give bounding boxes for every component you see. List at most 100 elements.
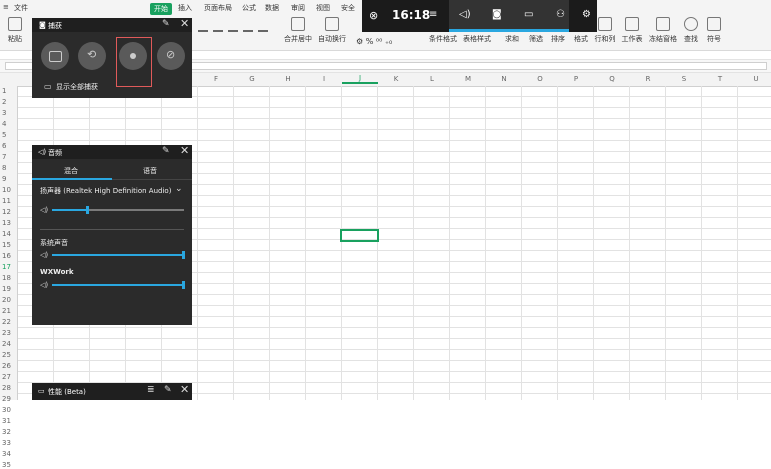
freeze-panes-button[interactable]: 冻结窗格 (647, 17, 679, 45)
close-icon[interactable]: ✕ (180, 145, 189, 156)
row-header[interactable]: 34 (2, 450, 16, 458)
indent-icon[interactable] (258, 22, 268, 32)
tab-file[interactable]: 文件 (14, 3, 28, 13)
align-left-icon[interactable] (198, 22, 208, 32)
speaker-icon[interactable]: ◁) (40, 281, 48, 289)
row-header[interactable]: 30 (2, 406, 16, 414)
tab-security[interactable]: 安全 (341, 3, 355, 13)
row-header[interactable]: 25 (2, 351, 16, 359)
column-header[interactable]: I (306, 75, 342, 83)
number-format-icons[interactable]: ⚙ % ⁰⁰ ₊₀ (356, 37, 392, 46)
column-header[interactable]: F (198, 75, 234, 83)
pin-icon[interactable]: ✎ (162, 146, 170, 156)
chevron-down-icon[interactable]: ⌄ (175, 184, 183, 194)
pin-icon[interactable]: ✎ (164, 385, 172, 395)
speaker-icon[interactable]: ◁) (40, 206, 48, 214)
record-button[interactable] (119, 42, 147, 70)
find-button[interactable]: 查找 (680, 17, 702, 45)
device-select[interactable]: 扬声器 (Realtek High Definition Audio) (40, 186, 171, 196)
app-volume-knob[interactable] (182, 251, 185, 259)
row-header[interactable]: 21 (2, 307, 16, 315)
app-volume-knob[interactable] (182, 281, 185, 289)
column-header[interactable]: U (738, 75, 771, 83)
selected-cell[interactable] (340, 229, 379, 242)
close-icon[interactable]: ✕ (180, 18, 189, 29)
row-header[interactable]: 33 (2, 439, 16, 447)
tab-data[interactable]: 数据 (265, 3, 279, 13)
row-header[interactable]: 19 (2, 285, 16, 293)
row-header[interactable]: 24 (2, 340, 16, 348)
tab-insert[interactable]: 插入 (178, 3, 192, 13)
row-header[interactable]: 15 (2, 241, 16, 249)
column-header[interactable]: R (630, 75, 666, 83)
row-header[interactable]: 17 (2, 263, 16, 271)
tab-review[interactable]: 审阅 (291, 3, 305, 13)
row-header[interactable]: 12 (2, 208, 16, 216)
xbox-icon[interactable]: ⊗ (369, 9, 378, 22)
row-header[interactable]: 8 (2, 164, 16, 172)
mic-button[interactable]: ⊘ (157, 42, 185, 70)
row-header[interactable]: 11 (2, 197, 16, 205)
row-header[interactable]: 7 (2, 153, 16, 161)
column-header[interactable]: S (666, 75, 702, 83)
record-last-button[interactable]: ⟲ (78, 42, 106, 70)
row-header[interactable]: 32 (2, 428, 16, 436)
row-header[interactable]: 10 (2, 186, 16, 194)
row-header[interactable]: 5 (2, 131, 16, 139)
tab-home[interactable]: 开始 (150, 3, 172, 15)
row-header[interactable]: 31 (2, 417, 16, 425)
tab-mix[interactable]: 混合 (64, 166, 78, 176)
row-header[interactable]: 4 (2, 120, 16, 128)
row-header[interactable]: 23 (2, 329, 16, 337)
show-all-captures-link[interactable]: 显示全部捕获 (56, 82, 98, 92)
column-header[interactable]: K (378, 75, 414, 83)
close-icon[interactable]: ✕ (180, 384, 189, 395)
file-menu-icon[interactable]: ≡ (3, 3, 9, 11)
speaker-icon[interactable]: ◁) (40, 251, 48, 259)
pin-icon[interactable]: ✎ (162, 19, 170, 29)
row-header[interactable]: 28 (2, 384, 16, 392)
row-header[interactable]: 6 (2, 142, 16, 150)
symbol-button[interactable]: 符号 (703, 17, 725, 45)
column-header[interactable]: T (702, 75, 738, 83)
row-header[interactable]: 18 (2, 274, 16, 282)
row-header[interactable]: 2 (2, 98, 16, 106)
column-header[interactable]: Q (594, 75, 630, 83)
row-header[interactable]: 22 (2, 318, 16, 326)
row-header[interactable]: 9 (2, 175, 16, 183)
column-header[interactable]: M (450, 75, 486, 83)
row-header[interactable]: 27 (2, 373, 16, 381)
capture-icon[interactable]: ◙ (492, 9, 502, 20)
row-header[interactable]: 16 (2, 252, 16, 260)
align-center-icon[interactable] (213, 22, 223, 32)
screenshot-button[interactable] (41, 42, 69, 70)
column-header[interactable]: J (342, 74, 378, 84)
tab-formulas[interactable]: 公式 (242, 3, 256, 13)
row-header[interactable]: 20 (2, 296, 16, 304)
column-header[interactable]: N (486, 75, 522, 83)
row-header[interactable]: 13 (2, 219, 16, 227)
row-header[interactable]: 29 (2, 395, 16, 403)
options-icon[interactable]: ≣ (147, 385, 155, 395)
performance-icon[interactable]: ▭ (524, 9, 533, 20)
xbox-social-icon[interactable]: ⚇ (556, 9, 565, 20)
device-volume-knob[interactable] (86, 206, 89, 214)
merge-center-button[interactable]: 合并居中 (282, 17, 314, 45)
audio-icon[interactable]: ◁) (459, 9, 471, 20)
tab-page-layout[interactable]: 页面布局 (204, 3, 232, 13)
column-header[interactable]: G (234, 75, 270, 83)
settings-icon[interactable]: ⚙ (582, 9, 591, 20)
column-header[interactable]: L (414, 75, 450, 83)
row-header[interactable]: 14 (2, 230, 16, 238)
align-right-icon[interactable] (228, 22, 238, 32)
menu-icon[interactable]: ≡ (429, 9, 437, 20)
wrap-text-button[interactable]: 自动换行 (316, 17, 348, 45)
column-header[interactable]: O (522, 75, 558, 83)
worksheet-button[interactable]: 工作表 (620, 17, 644, 45)
column-header[interactable]: H (270, 75, 306, 83)
row-header[interactable]: 1 (2, 87, 16, 95)
row-header[interactable]: 26 (2, 362, 16, 370)
row-header[interactable]: 3 (2, 109, 16, 117)
row-header[interactable]: 35 (2, 461, 16, 469)
align-justify-icon[interactable] (243, 22, 253, 32)
